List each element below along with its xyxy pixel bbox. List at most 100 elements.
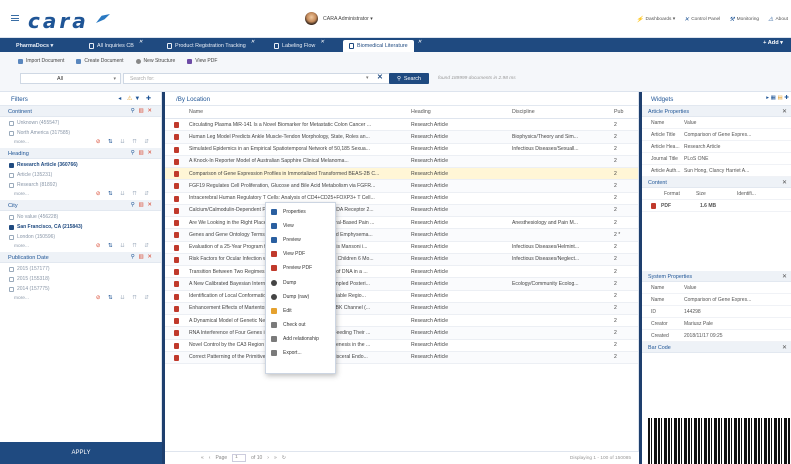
create-document-button[interactable]: Create Document [76,58,124,64]
tab-pharmadocs[interactable]: PharmaDocs ▾ [10,40,59,52]
table-row[interactable]: Circulating Plasma MiR-141 Is a Novel Bi… [165,119,638,132]
checkbox[interactable] [9,130,14,136]
close-icon[interactable]: ✕ [139,39,143,45]
filter-more-link[interactable]: more... ⊘ ⇅ ⇊ ⇈ ⇵ [0,293,161,304]
context-menu-item[interactable]: Dump (raw) [266,290,335,304]
filter-section-actions[interactable]: ⚲ ▥ ✕ [131,202,153,208]
checkbox[interactable] [9,234,14,240]
filter-checkbox-item[interactable]: London (150596) [0,231,161,241]
table-row[interactable]: Intracerebral Human Regulatory T Cells: … [165,193,638,205]
search-button[interactable]: ⚲ Search [389,73,429,84]
filter-section-header[interactable]: Continent ⚲ ▥ ✕ [0,106,161,117]
filter-checkbox-item[interactable]: Research Article (360766) [0,159,161,169]
column-discipline[interactable]: Discipline [508,109,610,115]
table-row[interactable]: Risk Factors for Ocular Infection with T… [165,253,638,266]
filter-sort-icons[interactable]: ⊘ ⇅ ⇊ ⇈ ⇵ [96,243,152,249]
table-row[interactable]: Novel Control by the CA3 Region of the H… [165,340,638,352]
tab-product-registration[interactable]: Product Registration Tracking ✕ [161,39,255,52]
monitoring-link[interactable]: ⚒ Monitoring [729,16,759,23]
filter-sort-icons[interactable]: ⊘ ⇅ ⇊ ⇈ ⇵ [96,295,152,301]
close-icon[interactable]: ✕ [782,108,787,115]
column-pub[interactable]: Pub [610,109,638,115]
filter-section-actions[interactable]: ⚲ ▥ ✕ [131,150,153,156]
table-row[interactable]: A Dynamical Model of Genetic Networks fo… [165,315,638,328]
close-icon[interactable]: ✕ [782,179,787,186]
filter-more-link[interactable]: more... ⊘ ⇅ ⇊ ⇈ ⇵ [0,241,161,252]
context-menu-item[interactable]: Properties [266,205,335,219]
control-panel-link[interactable]: ✕ Control Panel [684,16,720,23]
filter-section-actions[interactable]: ⚲ ▥ ✕ [131,254,153,260]
filter-more-link[interactable]: more... ⊘ ⇅ ⇊ ⇈ ⇵ [0,137,161,148]
filter-section-actions[interactable]: ⚲ ▥ ✕ [131,108,153,114]
view-pdf-button[interactable]: View PDF [187,58,217,64]
checkbox[interactable] [9,276,14,282]
table-row[interactable]: Identification of Local Conformational S… [165,291,638,303]
dashboards-menu[interactable]: ⚡ Dashboards ▾ [636,16,675,23]
filter-section-header[interactable]: City ⚲ ▥ ✕ [0,200,161,211]
context-menu-item[interactable]: Preview PDF [266,261,335,275]
table-row[interactable]: Enhancement Effects of Martentoxin on Gl… [165,302,638,315]
close-icon[interactable]: ✕ [782,344,787,351]
clear-search-icon[interactable]: ✕ [377,73,383,81]
filter-more-link[interactable]: more... ⊘ ⇅ ⇊ ⇈ ⇵ [0,189,161,200]
checkbox[interactable] [9,286,14,292]
filter-checkbox-item[interactable]: North America (317585) [0,127,161,137]
search-input[interactable]: Search for: [123,73,390,84]
table-row[interactable]: Correct Patterning of the Primitive Stre… [165,351,638,364]
table-row[interactable]: Evaluation of a 25-Year Program for the … [165,242,638,254]
close-icon[interactable]: ✕ [417,39,421,45]
content-row[interactable]: PDF 1.6 MB [642,200,791,212]
table-row[interactable]: Human Leg Model Predicts Ankle Muscle-Te… [165,131,638,144]
tab-biomedical-literature[interactable]: Biomedical Literature ✕ [343,39,422,52]
new-structure-button[interactable]: New Structure [135,58,175,64]
checkbox[interactable] [9,120,14,126]
table-row[interactable]: Are We Looking in the Right Places? Brai… [165,217,638,230]
filter-section-header[interactable]: Heading ⚲ ▥ ✕ [0,148,161,159]
filter-checkbox-item[interactable]: 2015 (155318) [0,273,161,283]
checkbox[interactable] [9,182,14,188]
filter-checkbox-item[interactable]: 2014 (157775) [0,283,161,293]
widgets-actions[interactable]: ▸ ▦ ▤ ✚ [766,95,789,101]
context-menu-item[interactable]: Export... [266,346,335,360]
filters-actions[interactable]: ◂ ⚠▼ ✚ [118,95,153,102]
user-menu[interactable]: CARA Administrator ▾ [305,12,373,25]
last-page-icon[interactable]: » [274,455,277,461]
close-icon[interactable]: ✕ [782,273,787,280]
filter-checkbox-item[interactable]: No value (456228) [0,211,161,221]
column-heading[interactable]: Heading [408,109,508,115]
filter-sort-icons[interactable]: ⊘ ⇅ ⇊ ⇈ ⇵ [96,191,152,197]
first-page-icon[interactable]: « [201,455,204,461]
checkbox[interactable] [9,214,14,220]
import-document-button[interactable]: Import Document [18,58,64,64]
next-page-icon[interactable]: › [267,455,269,461]
context-menu-item[interactable]: Check out [266,318,335,332]
table-row[interactable]: Comparison of Gene Expression Profiles i… [165,168,638,181]
context-menu-item[interactable]: Dump [266,275,335,289]
tab-all-inquiries[interactable]: All Inquiries CB ✕ [83,39,143,52]
close-icon[interactable]: ✕ [251,39,255,45]
column-name[interactable]: Name [165,109,408,115]
page-input[interactable]: 1 [232,454,247,462]
about-link[interactable]: ⚠ About [768,16,788,23]
checkbox[interactable] [9,224,14,230]
filter-sort-icons[interactable]: ⊘ ⇅ ⇊ ⇈ ⇵ [96,139,152,145]
table-row[interactable]: Calcium/Calmodulin-Dependent Protein Kin… [165,204,638,217]
table-row[interactable]: Transition Between Two Regimes Describin… [165,266,638,279]
context-menu-item[interactable]: View PDF [266,247,335,261]
tab-labeling-flow[interactable]: Labeling Flow ✕ [268,39,324,52]
chevron-down-icon[interactable]: ▾ [366,75,369,81]
filter-checkbox-item[interactable]: San Francisco, CA (215843) [0,221,161,231]
filter-section-header[interactable]: Publication Date ⚲ ▥ ✕ [0,252,161,263]
table-row[interactable]: Genes and Gene Ontology Terms Associated… [165,229,638,242]
checkbox[interactable] [9,172,14,178]
table-row[interactable]: Simulated Epidemics in an Empirical Spat… [165,144,638,156]
add-button[interactable]: + Add ▾ [763,40,783,46]
table-row[interactable]: A New Calibrated Bayesian Internal Goodn… [165,278,638,291]
filter-checkbox-item[interactable]: Research (81892) [0,179,161,189]
checkbox[interactable] [9,162,14,168]
context-menu-item[interactable]: Edit [266,304,335,318]
prev-page-icon[interactable]: ‹ [209,455,211,461]
filter-checkbox-item[interactable]: 2015 (157177) [0,263,161,273]
context-menu-item[interactable]: Preview [266,233,335,247]
filter-checkbox-item[interactable]: Article (135231) [0,169,161,179]
